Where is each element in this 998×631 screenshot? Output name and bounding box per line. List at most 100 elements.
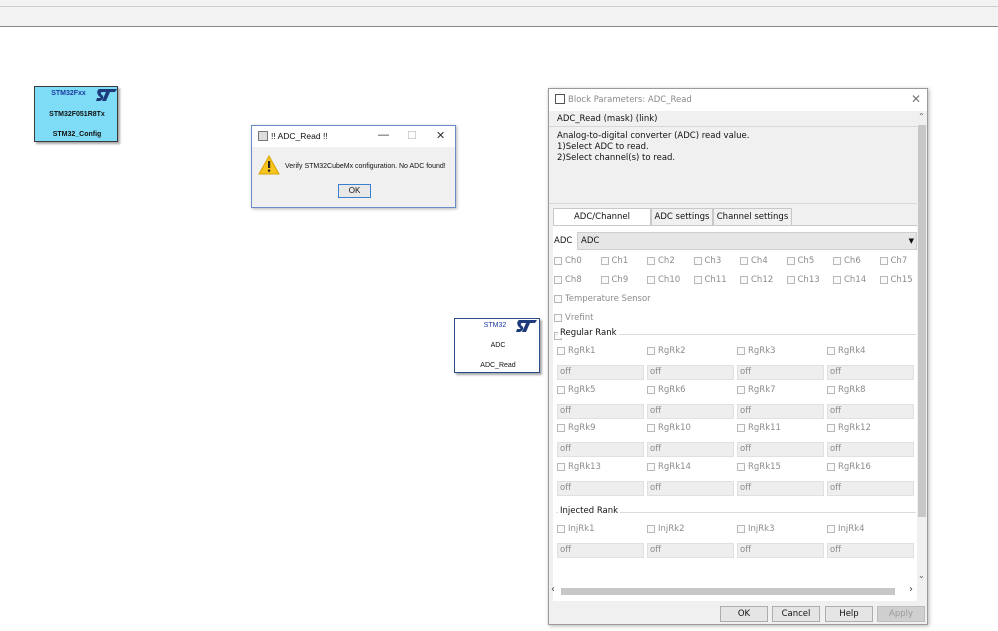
checkbox-label-ch11: Ch11 bbox=[704, 275, 727, 285]
close-icon[interactable]: ✕ bbox=[911, 92, 921, 106]
tab-adc-channel-selection[interactable]: ADC/Channel selection bbox=[553, 208, 651, 238]
tab-adc-settings[interactable]: ADC settings bbox=[651, 208, 713, 225]
error-dialog-titlebar[interactable]: !! ADC_Read !! — ☐ ✕ bbox=[252, 126, 455, 147]
checkbox-rgrk12[interactable] bbox=[827, 424, 835, 432]
block-parameters-dialog: Block Parameters: ADC_Read ✕ ADC_Read (m… bbox=[548, 88, 928, 625]
scroll-left-icon[interactable]: ‹ bbox=[551, 584, 555, 595]
tab-pane: ADC ADC ▼ Ch0 Ch1 Ch2 Ch3 Ch4 Ch5 Ch6 Ch7 Ch8 Ch9… bbox=[553, 225, 917, 601]
maximize-icon[interactable]: ☐ bbox=[407, 129, 417, 142]
checkbox-rgrk2[interactable] bbox=[647, 347, 655, 355]
checkbox-label-injrk2: InjRk2 bbox=[658, 524, 685, 534]
checkbox-vrefint[interactable] bbox=[554, 313, 562, 322]
st-logo-icon bbox=[515, 318, 539, 339]
checkbox-ch2[interactable] bbox=[647, 257, 655, 265]
checkbox-label-rgrk6: RgRk6 bbox=[658, 384, 686, 395]
checkbox-rgrk5[interactable] bbox=[557, 385, 565, 394]
rank-field-rgrk13[interactable]: off bbox=[557, 480, 644, 496]
rank-field-rgrk12[interactable]: off bbox=[827, 442, 914, 457]
stm32-config-block[interactable]: STM32Fxx STM32F051R8Tx STM32_Config bbox=[34, 86, 118, 142]
checkbox-ch3[interactable] bbox=[693, 257, 702, 265]
adc-read-block[interactable]: STM32 ADC ADC_Read bbox=[454, 318, 540, 373]
rank-field-injrk4[interactable]: off bbox=[827, 543, 914, 558]
description-line: 1)Select ADC to read. bbox=[557, 142, 649, 152]
rank-field-rgrk14[interactable]: off bbox=[647, 480, 734, 496]
checkbox-rgrk13[interactable] bbox=[557, 462, 565, 471]
checkbox-injrk1[interactable] bbox=[557, 525, 565, 533]
simulink-icon bbox=[555, 94, 565, 104]
checkbox-label-rgrk15: RgRk15 bbox=[748, 461, 781, 472]
error-dialog: !! ADC_Read !! — ☐ ✕ Verify STM32CubeMx … bbox=[251, 125, 456, 208]
rank-field-rgrk7[interactable]: off bbox=[737, 403, 824, 419]
checkbox-ch4[interactable] bbox=[740, 257, 748, 265]
rank-field-rgrk2[interactable]: off bbox=[647, 365, 734, 380]
checkbox-rgrk7[interactable] bbox=[737, 385, 745, 394]
checkbox-label-rgrk8: RgRk8 bbox=[838, 384, 866, 395]
scroll-down-icon[interactable]: ⌄ bbox=[918, 571, 925, 580]
divider bbox=[549, 203, 917, 204]
checkbox-label-vrefint: Vrefint bbox=[565, 312, 594, 323]
rank-field-rgrk10[interactable]: off bbox=[647, 442, 734, 457]
checkbox-rgrk3[interactable] bbox=[737, 347, 745, 355]
rank-field-rgrk9[interactable]: off bbox=[557, 442, 644, 457]
checkbox-rgrk1[interactable] bbox=[557, 347, 565, 355]
checkbox-rgrk9[interactable] bbox=[557, 424, 565, 432]
checkbox-rgrk11[interactable] bbox=[737, 424, 745, 432]
apply-button[interactable]: Apply bbox=[877, 606, 925, 622]
tab-channel-settings[interactable]: Channel settings bbox=[713, 208, 792, 225]
checkbox-rgrk4[interactable] bbox=[827, 347, 835, 355]
rank-field-injrk1[interactable]: off bbox=[557, 543, 644, 558]
rank-field-rgrk4[interactable]: off bbox=[827, 365, 914, 380]
adc-select[interactable]: ADC ▼ bbox=[577, 232, 917, 250]
rank-field-rgrk8[interactable]: off bbox=[827, 403, 914, 419]
rank-field-injrk2[interactable]: off bbox=[647, 543, 734, 558]
checkbox-injrk2[interactable] bbox=[647, 525, 655, 533]
checkbox-temperature-sensor[interactable] bbox=[554, 295, 562, 303]
checkbox-ch15[interactable] bbox=[879, 276, 888, 284]
checkbox-ch6[interactable] bbox=[833, 257, 841, 265]
checkbox-rgrk15[interactable] bbox=[737, 462, 745, 471]
checkbox-rgrk10[interactable] bbox=[647, 424, 655, 432]
rank-field-injrk3[interactable]: off bbox=[737, 543, 824, 558]
rank-field-rgrk5[interactable]: off bbox=[557, 403, 644, 419]
help-button[interactable]: Help bbox=[825, 606, 873, 622]
horizontal-scrollbar[interactable]: ‹ › bbox=[551, 584, 917, 597]
checkbox-ch10[interactable] bbox=[647, 276, 655, 284]
checkbox-ch9[interactable] bbox=[600, 276, 609, 284]
checkbox-injrk4[interactable] bbox=[827, 525, 835, 533]
rank-field-rgrk15[interactable]: off bbox=[737, 480, 824, 496]
rank-field-rgrk6[interactable]: off bbox=[647, 403, 734, 419]
checkbox-label-ch3: Ch3 bbox=[704, 256, 722, 266]
rank-field-rgrk16[interactable]: off bbox=[827, 480, 914, 496]
minimize-icon[interactable]: — bbox=[378, 129, 389, 141]
checkbox-label-rgrk9: RgRk9 bbox=[568, 423, 596, 433]
checkbox-label-ch5: Ch5 bbox=[797, 256, 815, 266]
vertical-scrollbar[interactable]: ⌃ ⌄ bbox=[917, 111, 927, 583]
checkbox-rgrk6[interactable] bbox=[647, 385, 655, 394]
checkbox-rgrk16[interactable] bbox=[827, 462, 835, 471]
checkbox-ch7[interactable] bbox=[879, 257, 888, 265]
checkbox-ch1[interactable] bbox=[600, 257, 609, 265]
checkbox-ch8[interactable] bbox=[554, 276, 562, 284]
cancel-button[interactable]: Cancel bbox=[772, 606, 820, 622]
checkbox-ch0[interactable] bbox=[554, 257, 562, 265]
rank-field-rgrk3[interactable]: off bbox=[737, 365, 824, 380]
checkbox-injrk3[interactable] bbox=[737, 525, 745, 533]
block-parameters-title: Block Parameters: ADC_Read bbox=[568, 95, 692, 105]
checkbox-rgrk8[interactable] bbox=[827, 385, 835, 394]
scrollbar-thumb[interactable] bbox=[561, 588, 895, 595]
scroll-up-icon[interactable]: ⌃ bbox=[918, 112, 925, 121]
checkbox-ch14[interactable] bbox=[833, 276, 841, 284]
checkbox-ch13[interactable] bbox=[786, 276, 795, 284]
rank-field-rgrk11[interactable]: off bbox=[737, 442, 824, 457]
close-icon[interactable]: ✕ bbox=[436, 129, 445, 142]
scrollbar-thumb[interactable] bbox=[918, 125, 926, 517]
scroll-right-icon[interactable]: › bbox=[909, 584, 913, 595]
checkbox-ch5[interactable] bbox=[786, 257, 795, 265]
checkbox-rgrk14[interactable] bbox=[647, 462, 655, 471]
checkbox-ch11[interactable] bbox=[693, 276, 702, 284]
ok-button[interactable]: OK bbox=[720, 606, 768, 622]
block-parameters-titlebar[interactable]: Block Parameters: ADC_Read ✕ bbox=[549, 89, 927, 111]
checkbox-ch12[interactable] bbox=[740, 276, 748, 284]
rank-field-rgrk1[interactable]: off bbox=[557, 365, 644, 380]
error-ok-button[interactable]: OK bbox=[338, 184, 371, 198]
